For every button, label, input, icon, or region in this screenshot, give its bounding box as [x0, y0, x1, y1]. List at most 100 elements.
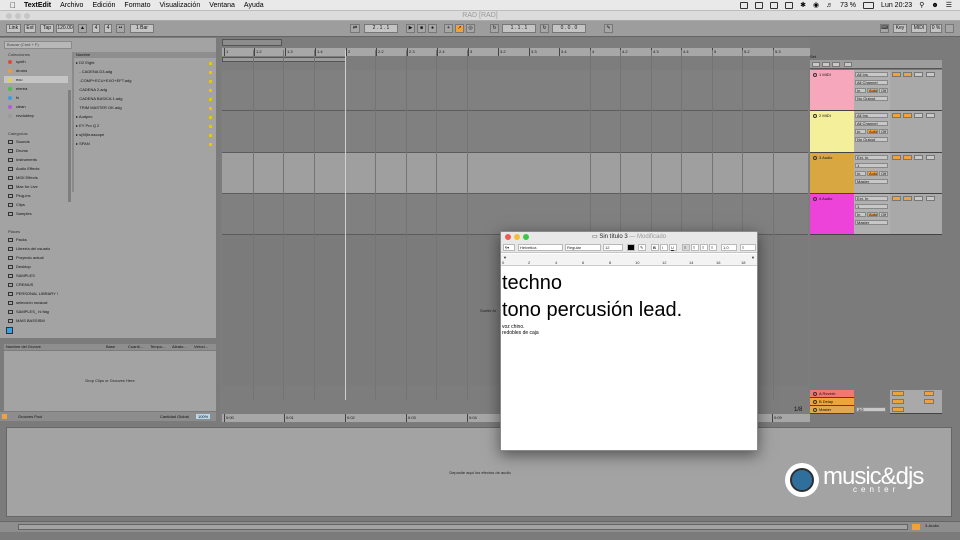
text-ruler[interactable]: ▼ ▼ 0 2 4 6 8 10 12 14 16 18	[501, 254, 757, 266]
track-3-input[interactable]: Ext. In	[855, 155, 888, 160]
groove-col-quantize[interactable]: Cuanti...	[128, 344, 143, 350]
track-1-solo[interactable]	[903, 72, 912, 77]
master-activator[interactable]	[892, 407, 904, 412]
file-item[interactable]: - CADENA D3.adg	[76, 68, 216, 76]
file-item[interactable]: ▸ D2 Eight	[76, 59, 216, 67]
track-fold-icon[interactable]	[813, 399, 817, 404]
collection-fx[interactable]: fx	[8, 94, 19, 101]
track-3-monitor-auto[interactable]: Auto	[867, 171, 878, 176]
track-4-monitor-auto[interactable]: Auto	[867, 212, 878, 217]
track-4-channel[interactable]: 1	[855, 204, 888, 209]
apple-menu-icon[interactable]: 	[10, 1, 16, 10]
file-item[interactable]: TRIM MASTER OK.adg	[76, 104, 216, 112]
track-4-activator[interactable]	[892, 196, 901, 201]
wifi-icon[interactable]: ◉	[813, 1, 819, 9]
track-1-cue[interactable]	[926, 72, 935, 77]
view-toggle-icon[interactable]	[912, 524, 920, 530]
ext-button[interactable]: Ext	[24, 24, 36, 33]
status-icon[interactable]	[770, 1, 779, 9]
place-samples[interactable]: SAMPLES	[8, 272, 35, 279]
zoom-icon[interactable]	[523, 234, 529, 240]
groove-col-timing[interactable]: Tempo...	[150, 344, 165, 350]
place-user-library[interactable]: Librería del usuario	[8, 245, 50, 252]
track-3-audio-header[interactable]: 3 Audio	[810, 153, 854, 194]
track-2-monitor-auto[interactable]: Auto	[867, 129, 878, 134]
align-left-icon[interactable]: ≡	[682, 244, 690, 251]
overview-scroller[interactable]	[222, 39, 282, 46]
track-2-input[interactable]: All Ins	[855, 113, 888, 118]
italic-button[interactable]: I	[660, 244, 668, 251]
document-line[interactable]: redobles de caja	[502, 330, 752, 336]
menu-archivo[interactable]: Archivo	[60, 2, 83, 9]
tempo-field[interactable]: 120.00	[56, 24, 74, 33]
file-item[interactable]: ▸ s(M)busscope	[76, 131, 216, 139]
track-3-activator[interactable]	[892, 155, 901, 160]
search-icon[interactable]: ⚲	[919, 1, 924, 9]
track-2-midi-header[interactable]: 2 MIDI	[810, 111, 854, 153]
minimize-icon[interactable]	[514, 234, 520, 240]
category-instruments[interactable]: Instruments	[8, 156, 37, 163]
clock[interactable]: Lun 20:23	[881, 2, 912, 9]
track-fold-icon[interactable]	[813, 155, 817, 160]
document-line[interactable]: techno	[502, 270, 752, 297]
category-midi-effects[interactable]: MIDI Effects	[8, 174, 38, 181]
font-style-select[interactable]: Regular	[565, 244, 601, 251]
menu-edicion[interactable]: Edición	[92, 2, 115, 9]
place-desktop[interactable]: Desktop	[8, 263, 31, 270]
lane-2-midi[interactable]	[222, 111, 808, 153]
category-audio-effects[interactable]: Audio Effects	[8, 165, 40, 172]
groove-drop-area[interactable]: Drop Clips or Grooves Here	[4, 351, 216, 411]
key-map-button[interactable]: Key	[893, 24, 907, 33]
track-4-monitor-in[interactable]: In	[855, 212, 866, 217]
track-fold-icon[interactable]	[813, 72, 817, 77]
close-icon[interactable]	[505, 234, 511, 240]
file-item[interactable]: ▸ EY Pro Q 2	[76, 122, 216, 130]
track-2-monitor-off[interactable]: Off	[879, 129, 888, 134]
font-size-select[interactable]: 12	[603, 244, 623, 251]
menu-ventana[interactable]: Ventana	[209, 2, 235, 9]
textedit-window[interactable]: ▭ Sin título 3 — Modificado ¶▾ Helvetica…	[500, 231, 758, 451]
follow-icon[interactable]: ⇄	[350, 24, 360, 33]
document-line[interactable]: tono percusión lead.	[502, 297, 752, 324]
place-current-project[interactable]: Proyecto actual	[8, 254, 44, 261]
loop-start[interactable]: 1 . 1 . 1	[502, 24, 536, 33]
align-justify-icon[interactable]: ≡	[700, 244, 708, 251]
track-4-audio-header[interactable]: 4 Audio	[810, 194, 854, 235]
underline-button[interactable]: U	[669, 244, 677, 251]
computer-midi-icon[interactable]: ⌨	[880, 24, 889, 33]
category-sounds[interactable]: Sounds	[8, 138, 30, 145]
bold-button[interactable]: B	[651, 244, 659, 251]
place-cremus[interactable]: CREMUS	[8, 281, 33, 288]
font-family-select[interactable]: Helvetica	[518, 244, 563, 251]
track-4-input[interactable]: Ext. In	[855, 196, 888, 201]
align-center-icon[interactable]: ≡	[691, 244, 699, 251]
groove-col-velocity[interactable]: Veloci...	[194, 344, 208, 350]
track-4-cue[interactable]	[926, 196, 935, 201]
track-fold-icon[interactable]	[813, 113, 817, 118]
metronome-icon[interactable]: ▲	[78, 24, 87, 33]
stop-icon[interactable]: ■	[417, 24, 426, 33]
lane-3-audio[interactable]	[222, 153, 808, 194]
beat-ruler[interactable]: 1 1.2 1.3 1.4 2 2.2 2.3 2.4 3 3.2 3.3 3.…	[222, 48, 810, 56]
draw-mode-icon[interactable]: ✎	[604, 24, 613, 33]
track-fold-icon[interactable]	[813, 407, 817, 412]
return-b-activator[interactable]	[892, 399, 904, 404]
track-3-monitor-in[interactable]: In	[855, 171, 866, 176]
category-max-for-live[interactable]: Max for Live	[8, 183, 38, 190]
master-track[interactable]: Master	[810, 406, 854, 414]
file-item[interactable]: -COMP+ECU+EXO+EFT.adg	[76, 77, 216, 85]
collection-drums[interactable]: drums	[8, 67, 27, 74]
document-body[interactable]: techno tono percusión lead. voz chino. r…	[502, 270, 752, 336]
track-options-icon[interactable]	[832, 62, 840, 67]
place-packs[interactable]: Packs	[8, 236, 27, 243]
file-item[interactable]: CADENA 2.adg	[76, 86, 216, 94]
track-2-channel[interactable]: All Channel	[855, 121, 888, 126]
track-3-arm[interactable]	[914, 155, 923, 160]
loop-brace[interactable]	[222, 57, 346, 62]
return-a-reverb[interactable]: A Reverb	[810, 390, 854, 398]
volume-icon[interactable]: ♬	[826, 2, 833, 9]
groove-col-name[interactable]: Nombre del Groove	[6, 344, 41, 350]
text-color-swatch[interactable]	[627, 244, 635, 251]
return-a-post[interactable]	[924, 391, 934, 396]
track-3-monitor-off[interactable]: Off	[879, 171, 888, 176]
